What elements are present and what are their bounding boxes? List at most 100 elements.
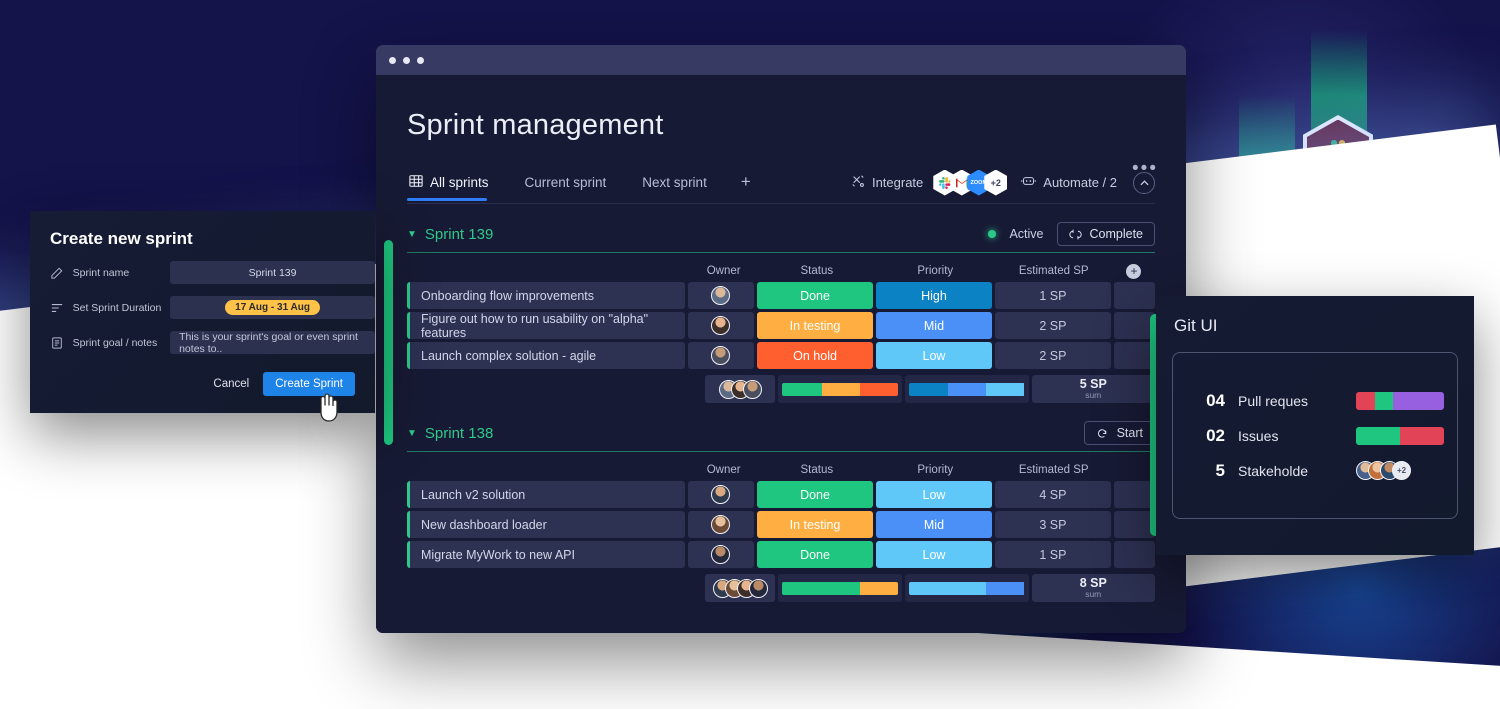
status-cell[interactable]: Done	[757, 481, 873, 508]
table-row[interactable]: Launch v2 solution Done Low 4 SP	[407, 481, 1156, 508]
tab-current-sprint[interactable]: Current sprint	[523, 175, 619, 199]
status-cell[interactable]: In testing	[757, 511, 873, 538]
tab-next-sprint[interactable]: Next sprint	[640, 175, 719, 199]
sprint-name[interactable]: Sprint 139	[425, 226, 493, 243]
chevron-down-icon[interactable]: ▼	[407, 229, 417, 240]
avatar	[742, 379, 762, 399]
task-title-cell[interactable]: New dashboard loader	[407, 511, 685, 538]
table-row[interactable]: Onboarding flow improvements Done High 1…	[407, 282, 1156, 309]
window-maximize-dot[interactable]	[417, 56, 424, 64]
git-stat-row: 04 Pull reques	[1183, 391, 1447, 411]
column-priority: Priority	[917, 464, 954, 476]
bar-segment	[821, 382, 860, 396]
estimated-sp-cell[interactable]: 1 SP	[994, 541, 1111, 568]
extra-cell[interactable]	[1113, 282, 1156, 309]
owner-cell[interactable]	[687, 312, 755, 339]
robot-icon	[1021, 174, 1036, 191]
priority-cell[interactable]: Low	[876, 342, 992, 369]
owner-cell[interactable]	[687, 342, 755, 369]
cancel-button[interactable]: Cancel	[213, 378, 249, 390]
bar-segment	[908, 581, 987, 595]
sprint-divider	[407, 252, 1155, 253]
priority-cell[interactable]: Low	[876, 541, 992, 568]
task-title-cell[interactable]: Launch v2 solution	[407, 481, 685, 508]
summary-status-bar	[778, 574, 902, 602]
sync-icon	[1068, 229, 1082, 239]
table-row[interactable]: Migrate MyWork to new API Done Low 1 SP	[407, 541, 1156, 568]
status-cell[interactable]: Done	[757, 541, 873, 568]
estimated-sp-cell[interactable]: 3 SP	[994, 511, 1111, 538]
sprint-name[interactable]: Sprint 138	[425, 425, 493, 442]
duration-icon	[50, 302, 65, 314]
window-close-dot[interactable]	[389, 56, 396, 64]
priority-cell[interactable]: Mid	[876, 312, 992, 339]
column-owner: Owner	[706, 464, 741, 476]
add-tab-button[interactable]: +	[741, 172, 751, 201]
extra-cell[interactable]	[1113, 481, 1156, 508]
play-loop-icon	[1097, 428, 1106, 438]
automate-button[interactable]: Automate / 2	[1021, 174, 1117, 191]
estimated-sp-cell[interactable]: 4 SP	[994, 481, 1111, 508]
note-icon	[50, 336, 65, 349]
owner-cell[interactable]	[687, 511, 755, 538]
column-estimated-sp: Estimated SP	[1018, 464, 1089, 476]
task-title-cell[interactable]: Onboarding flow improvements	[407, 282, 685, 309]
sprint-goal-input[interactable]: This is your sprint's goal or even sprin…	[170, 331, 375, 355]
sprint-name-input[interactable]: Sprint 139	[170, 261, 375, 284]
tabbar: All sprints Current sprint Next sprint +…	[407, 169, 1155, 204]
status-cell[interactable]: Done	[757, 282, 873, 309]
bar-segment	[859, 581, 898, 595]
sprint-action-button[interactable]: Complete	[1056, 222, 1155, 246]
extra-cell[interactable]	[1113, 342, 1156, 369]
priority-cell[interactable]: Low	[876, 481, 992, 508]
estimated-sp-cell[interactable]: 1 SP	[994, 282, 1111, 309]
status-cell[interactable]: In testing	[757, 312, 873, 339]
extra-cell[interactable]	[1113, 312, 1156, 339]
avatar	[711, 286, 731, 305]
summary-row: 5 SP sum	[407, 375, 1155, 403]
estimated-sp-cell[interactable]: 2 SP	[994, 342, 1111, 369]
avatar-overflow-count: +2	[1392, 461, 1411, 480]
priority-cell[interactable]: Mid	[876, 511, 992, 538]
sprint-divider	[407, 451, 1155, 452]
extra-cell[interactable]	[1113, 541, 1156, 568]
avatar	[711, 346, 731, 365]
integration-avatars[interactable]: ZOOM +2	[933, 169, 1008, 196]
priority-cell[interactable]: High	[876, 282, 992, 309]
integrate-label: Integrate	[871, 175, 924, 190]
owner-cell[interactable]	[687, 541, 755, 568]
sprint-action-button[interactable]: Start	[1083, 421, 1155, 445]
estimated-sp-cell[interactable]: 2 SP	[994, 312, 1111, 339]
integrate-button[interactable]: Integrate	[851, 174, 923, 191]
window-minimize-dot[interactable]	[403, 56, 410, 64]
owner-cell[interactable]	[687, 481, 755, 508]
owner-cell[interactable]	[687, 282, 755, 309]
bar-segment	[1356, 426, 1400, 445]
create-sprint-dialog: Create new sprint Sprint name Sprint 139…	[30, 211, 375, 413]
plus-icon: +	[1126, 263, 1142, 279]
sprint-goal-label: Sprint goal / notes	[72, 336, 158, 349]
sprint-group: ▼ Sprint 138 Start Owner Status Priority…	[376, 421, 1186, 602]
git-stat-bar	[1356, 391, 1444, 410]
tab-current-sprint-label: Current sprint	[524, 174, 607, 190]
dialog-actions: Cancel Create Sprint	[30, 372, 355, 396]
task-title-cell[interactable]: Figure out how to run usability on "alph…	[407, 312, 685, 340]
table-row[interactable]: Figure out how to run usability on "alph…	[407, 312, 1156, 340]
collapse-panel-button[interactable]	[1133, 171, 1155, 194]
tab-all-sprints-label: All sprints	[430, 174, 489, 190]
extra-cell[interactable]	[1113, 511, 1156, 538]
summary-priority-bar	[904, 574, 1029, 602]
task-title-cell[interactable]: Launch complex solution - agile	[407, 342, 685, 369]
table-row[interactable]: New dashboard loader In testing Mid 3 SP	[407, 511, 1156, 538]
task-title-cell[interactable]: Migrate MyWork to new API	[407, 541, 685, 568]
chevron-down-icon[interactable]: ▼	[407, 428, 417, 439]
add-column-button[interactable]: +	[1113, 263, 1155, 279]
table-row[interactable]: Launch complex solution - agile On hold …	[407, 342, 1156, 369]
integrate-icon	[851, 174, 865, 191]
date-range-pill: 17 Aug - 31 Aug	[225, 300, 320, 315]
git-panel-title: Git UI	[1174, 316, 1218, 335]
avatar	[711, 545, 731, 564]
tab-all-sprints[interactable]: All sprints	[407, 174, 501, 201]
sprint-duration-input[interactable]: 17 Aug - 31 Aug	[170, 296, 375, 319]
status-cell[interactable]: On hold	[757, 342, 873, 369]
